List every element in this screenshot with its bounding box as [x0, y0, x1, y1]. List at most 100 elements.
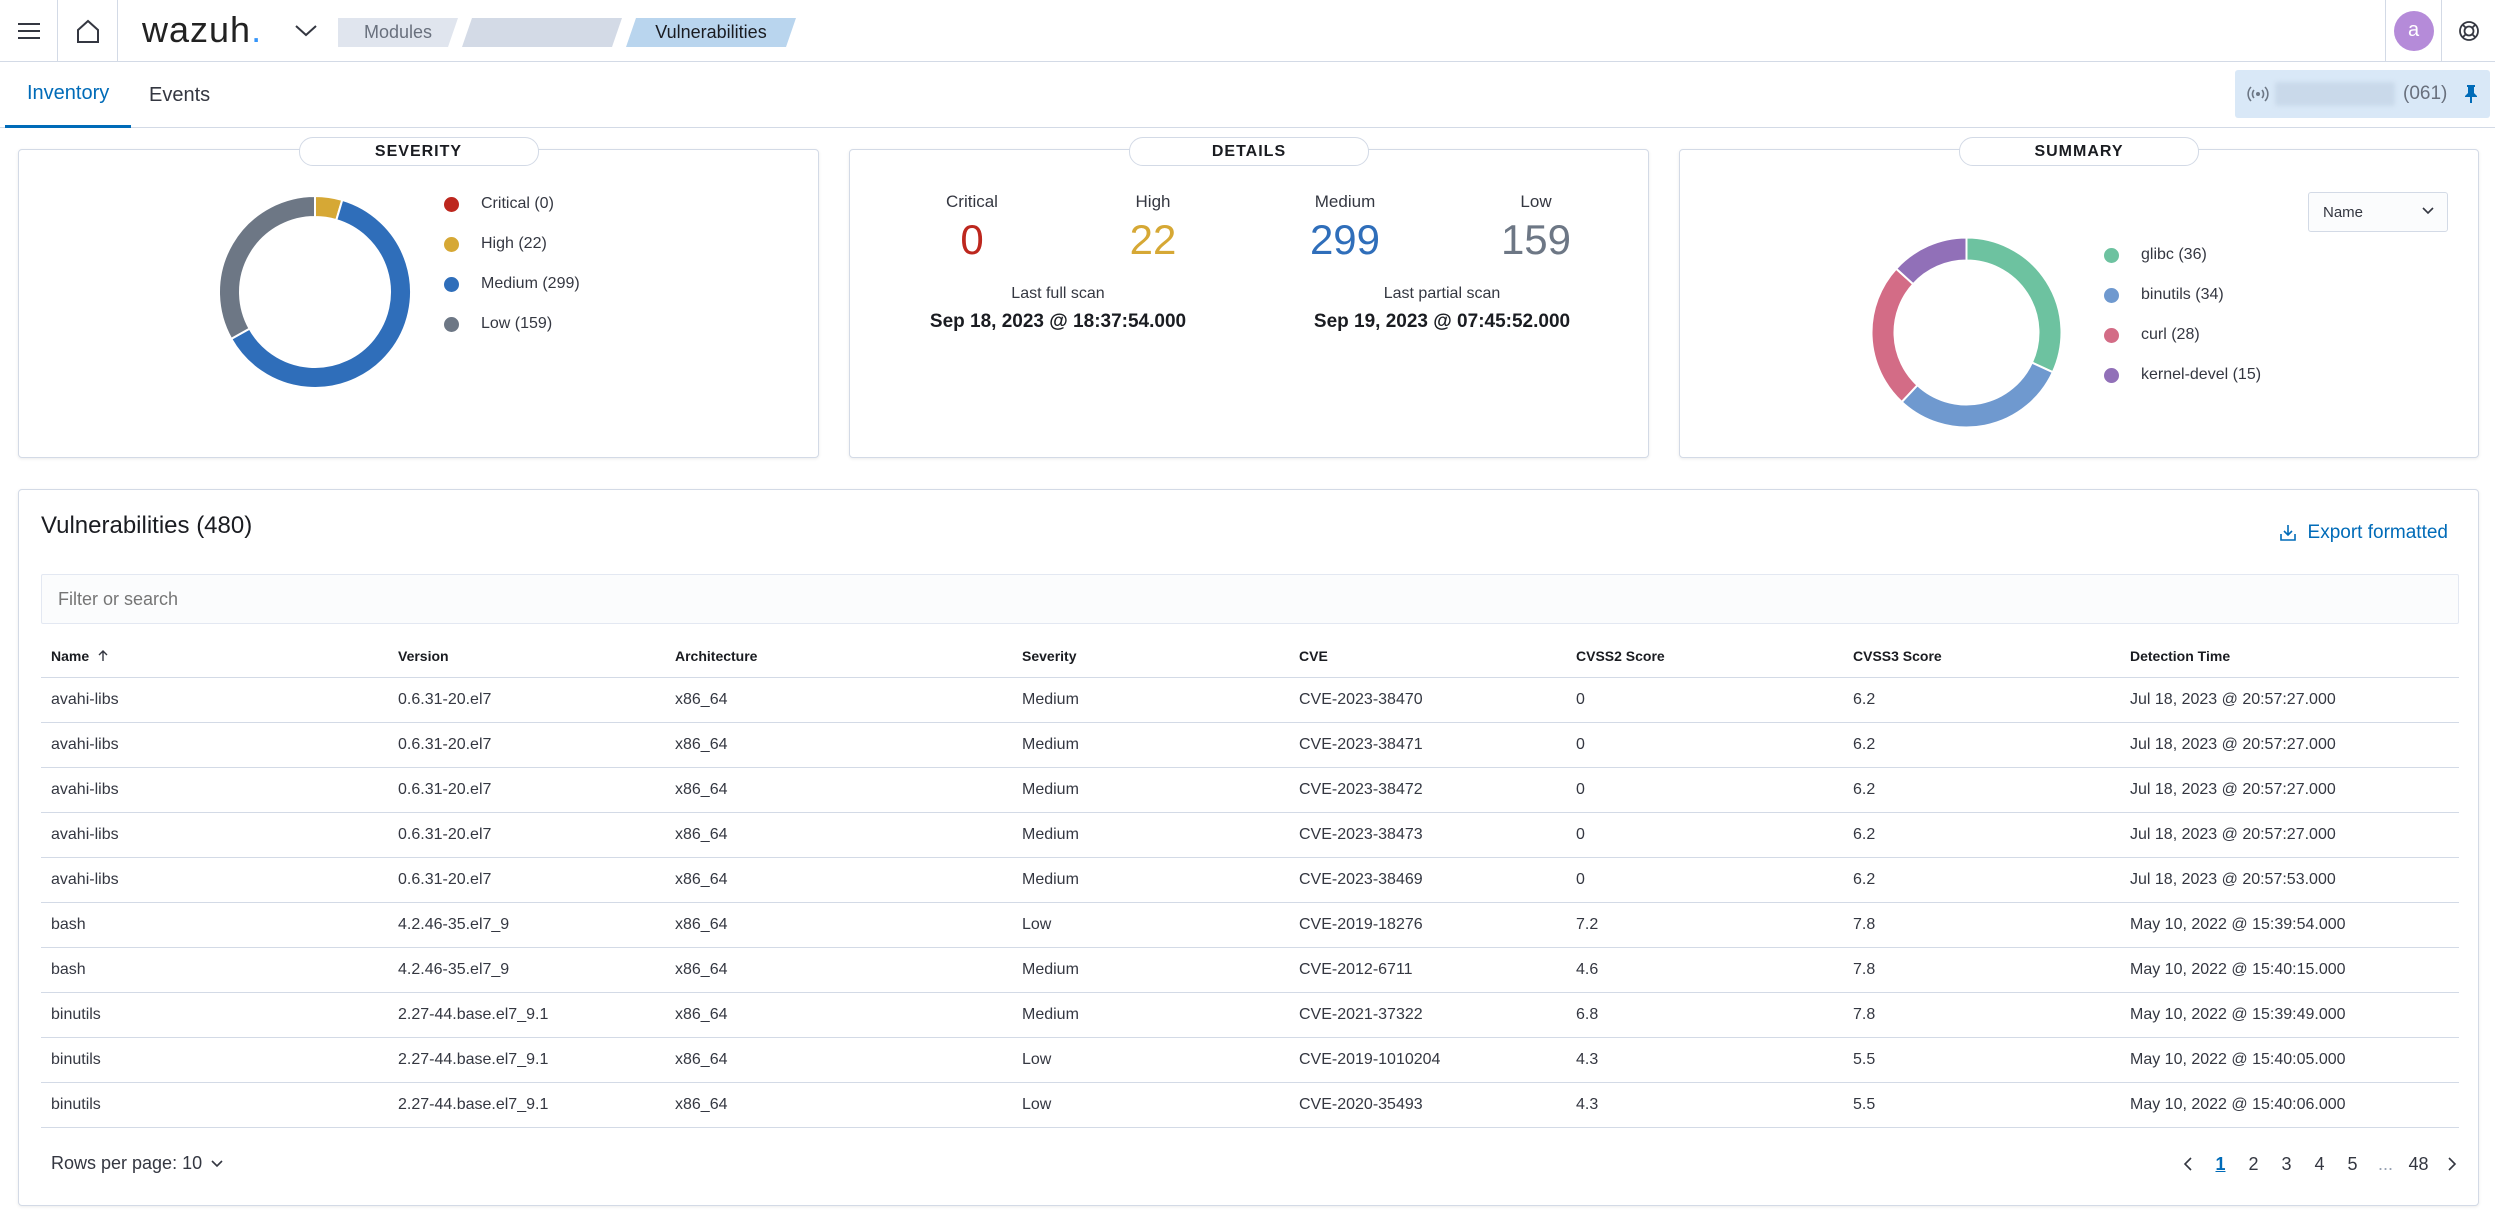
- severity-slice-3[interactable]: [218, 194, 316, 341]
- summary-field-select[interactable]: Name: [2308, 192, 2448, 232]
- legend-dot: [2104, 287, 2119, 303]
- page-ellipsis: ...: [2377, 1153, 2393, 1174]
- summary-slice-0[interactable]: [1965, 236, 2063, 374]
- tab-inventory[interactable]: Inventory: [5, 62, 132, 128]
- legend-label: High (22): [481, 235, 547, 252]
- cell-name: avahi-libs: [41, 677, 388, 723]
- table-row[interactable]: bash 4.2.46-35.el7_9 x86_64 Low CVE-2019-182…: [41, 902, 2459, 948]
- legend-item-kernel-devel[interactable]: kernel-devel (15): [2104, 355, 2261, 395]
- legend-label: glibc (36): [2141, 246, 2207, 263]
- legend-item-curl[interactable]: curl (28): [2104, 315, 2261, 355]
- chevron-down-icon: [211, 1159, 223, 1167]
- cell-name: avahi-libs: [41, 767, 388, 813]
- column-header-architecture[interactable]: Architecture: [665, 635, 1012, 678]
- summary-slice-3[interactable]: [1894, 236, 1968, 286]
- agent-selector[interactable]: (061): [2235, 70, 2490, 118]
- summary-slice-2[interactable]: [1870, 267, 1919, 404]
- legend-label: binutils (34): [2141, 286, 2224, 303]
- user-menu-button[interactable]: a: [2385, 0, 2441, 61]
- top-header: wazuh. Modules Vulnerabilities a: [0, 0, 2495, 62]
- column-header-severity[interactable]: Severity: [1012, 635, 1289, 678]
- table-row[interactable]: binutils 2.27-44.base.el7_9.1 x86_64 Low CVE…: [41, 1037, 2459, 1083]
- details-panel-title: DETAILS: [1129, 137, 1369, 166]
- summary-donut-chart: [1870, 236, 2063, 429]
- stat-value: 0: [960, 216, 984, 263]
- legend-item-medium[interactable]: Medium (299): [444, 264, 580, 304]
- wazuh-logo[interactable]: wazuh.: [142, 9, 262, 51]
- cell-name: binutils: [41, 992, 388, 1038]
- cell-version: 2.27-44.base.el7_9.1: [388, 1082, 665, 1128]
- table-row[interactable]: avahi-libs 0.6.31-20.el7 x86_64 Medium CVE-2…: [41, 677, 2459, 723]
- table-row[interactable]: binutils 2.27-44.base.el7_9.1 x86_64 Low CVE…: [41, 1082, 2459, 1128]
- page-1-button[interactable]: 1: [2204, 1146, 2237, 1182]
- details-panel: DETAILS Critical 0 High 22 Medium 299 Lo…: [849, 137, 1649, 458]
- page-2-button[interactable]: 2: [2237, 1146, 2270, 1182]
- legend-item-critical[interactable]: Critical (0): [444, 184, 580, 224]
- severity-legend: Critical (0) High (22) Medium (299) Low …: [444, 184, 580, 344]
- page-5-button[interactable]: 5: [2336, 1146, 2369, 1182]
- search-input[interactable]: [41, 574, 2459, 624]
- table-row[interactable]: avahi-libs 0.6.31-20.el7 x86_64 Medium CVE-2…: [41, 857, 2459, 903]
- stat-high: High 22: [1103, 192, 1203, 264]
- cell-severity: Medium: [1012, 857, 1289, 903]
- cell-version: 0.6.31-20.el7: [388, 857, 665, 903]
- page-48-button[interactable]: 48: [2402, 1146, 2435, 1182]
- table-row[interactable]: avahi-libs 0.6.31-20.el7 x86_64 Medium CVE-2…: [41, 812, 2459, 858]
- rows-per-page-button[interactable]: Rows per page: 10: [51, 1153, 224, 1174]
- cell-cve: CVE-2023-38472: [1289, 767, 1566, 813]
- cell-name: avahi-libs: [41, 857, 388, 903]
- previous-page-button[interactable]: [2171, 1146, 2204, 1182]
- app-switcher-chevron-icon[interactable]: [292, 18, 320, 42]
- vulnerabilities-title: Vulnerabilities (480): [41, 512, 253, 539]
- help-button[interactable]: [2441, 0, 2495, 61]
- column-header-detection-time[interactable]: Detection Time: [2120, 635, 2459, 678]
- tab-events[interactable]: Events: [127, 62, 232, 128]
- severity-panel: SEVERITY Critical (0) High (22) Medium (…: [18, 137, 819, 458]
- legend-dot: [444, 236, 459, 252]
- cell-detection-time: May 10, 2022 @ 15:40:15.000: [2120, 947, 2459, 993]
- menu-button[interactable]: [0, 0, 58, 61]
- rows-per-page-label: Rows per page: 10: [51, 1153, 203, 1173]
- cell-architecture: x86_64: [665, 1082, 1012, 1128]
- pin-icon[interactable]: [2463, 84, 2479, 104]
- column-header-cvss3-score[interactable]: CVSS3 Score: [1843, 635, 2120, 678]
- summary-legend: glibc (36) binutils (34) curl (28) kerne…: [2104, 235, 2261, 395]
- legend-item-high[interactable]: High (22): [444, 224, 580, 264]
- column-header-version[interactable]: Version: [388, 635, 665, 678]
- agent-id: (061): [2403, 83, 2448, 104]
- cell-cve: CVE-2012-6711: [1289, 947, 1566, 993]
- legend-item-glibc[interactable]: glibc (36): [2104, 235, 2261, 275]
- breadcrumb-modules[interactable]: Modules: [338, 18, 458, 47]
- cell-version: 0.6.31-20.el7: [388, 722, 665, 768]
- cell-severity: Medium: [1012, 812, 1289, 858]
- cell-cvss2-score: 4.3: [1566, 1037, 1843, 1083]
- cell-architecture: x86_64: [665, 857, 1012, 903]
- table-row[interactable]: binutils 2.27-44.base.el7_9.1 x86_64 Medium…: [41, 992, 2459, 1038]
- summary-slice-1[interactable]: [1900, 361, 2055, 429]
- column-header-cve[interactable]: CVE: [1289, 635, 1566, 678]
- cell-name: avahi-libs: [41, 812, 388, 858]
- severity-donut-chart: [218, 194, 412, 389]
- breadcrumb-agent[interactable]: [462, 18, 622, 47]
- page-3-button[interactable]: 3: [2270, 1146, 2303, 1182]
- table-row[interactable]: bash 4.2.46-35.el7_9 x86_64 Medium CVE-2012-…: [41, 947, 2459, 993]
- table-row[interactable]: avahi-libs 0.6.31-20.el7 x86_64 Medium CVE-2…: [41, 767, 2459, 813]
- home-button[interactable]: [58, 0, 118, 61]
- cell-cvss2-score: 0: [1566, 722, 1843, 768]
- help-lifebuoy-icon: [2458, 20, 2479, 41]
- cell-severity: Medium: [1012, 722, 1289, 768]
- cell-detection-time: May 10, 2022 @ 15:39:49.000: [2120, 992, 2459, 1038]
- export-formatted-button[interactable]: Export formatted: [2278, 522, 2448, 544]
- cell-detection-time: Jul 18, 2023 @ 20:57:53.000: [2120, 857, 2459, 903]
- last-partial-scan: Last partial scan Sep 19, 2023 @ 07:45:5…: [1282, 285, 1602, 333]
- column-header-cvss2-score[interactable]: CVSS2 Score: [1566, 635, 1843, 678]
- next-page-button[interactable]: [2435, 1146, 2468, 1182]
- legend-item-low[interactable]: Low (159): [444, 304, 580, 344]
- table-row[interactable]: avahi-libs 0.6.31-20.el7 x86_64 Medium CVE-2…: [41, 722, 2459, 768]
- cell-cvss3-score: 5.5: [1843, 1082, 2120, 1128]
- cell-version: 2.27-44.base.el7_9.1: [388, 992, 665, 1038]
- legend-item-binutils[interactable]: binutils (34): [2104, 275, 2261, 315]
- page-4-button[interactable]: 4: [2303, 1146, 2336, 1182]
- cell-cvss3-score: 7.8: [1843, 902, 2120, 948]
- column-header-name[interactable]: Name: [41, 635, 388, 678]
